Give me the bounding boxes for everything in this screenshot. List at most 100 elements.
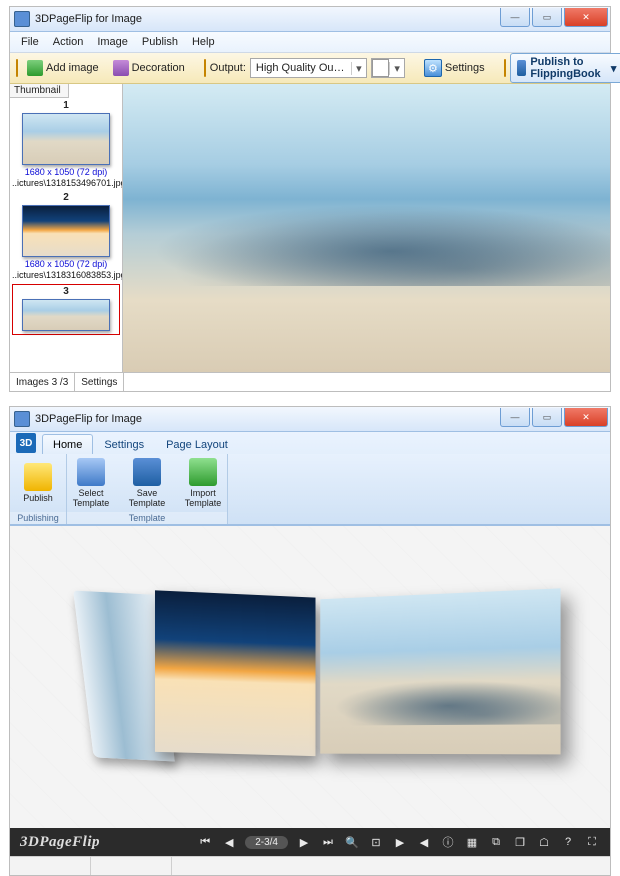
button-label: Publish xyxy=(14,493,62,503)
add-image-label: Add image xyxy=(46,62,99,74)
bottom-tab[interactable] xyxy=(10,857,91,875)
next-page-icon[interactable]: ▶ xyxy=(296,834,312,850)
menu-image[interactable]: Image xyxy=(90,34,135,50)
first-page-icon[interactable]: ⏮ xyxy=(197,834,213,850)
decoration-icon xyxy=(113,60,129,76)
ribbon-group-publishing: Publish Publishing xyxy=(10,454,67,524)
thumb-meta: 1680 x 1050 (72 dpi) xyxy=(12,167,120,178)
menu-publish[interactable]: Publish xyxy=(135,34,185,50)
brand-logo: 3DPageFlip xyxy=(20,834,100,851)
screenshot-icon[interactable]: ⧉ xyxy=(488,834,504,850)
import-icon xyxy=(189,458,217,486)
color-select[interactable]: ▾ xyxy=(371,58,405,78)
publish-button[interactable]: Publish to FlippingBook ▾ xyxy=(510,53,620,83)
bottom-tabstrip xyxy=(10,856,610,875)
titlebar: 3DPageFlip for Image — ▭ ✕ xyxy=(10,7,610,32)
preview-image-detail xyxy=(123,199,610,285)
save-template-button[interactable]: Save Template xyxy=(119,455,175,511)
thumbnail-list[interactable]: 1 1680 x 1050 (72 dpi) ..ictures\1318153… xyxy=(10,98,122,372)
stage[interactable] xyxy=(10,526,610,828)
publish-label: Publish to FlippingBook xyxy=(530,56,607,80)
template-icon xyxy=(77,458,105,486)
page-indicator[interactable]: 2-3/4 xyxy=(245,836,288,849)
last-page-icon[interactable]: ⏭ xyxy=(320,834,336,850)
close-button[interactable]: ✕ xyxy=(564,8,608,27)
help-icon[interactable]: ? xyxy=(560,834,576,850)
thumb-image xyxy=(22,113,110,165)
zoom-reset-icon[interactable]: ⊡ xyxy=(368,834,384,850)
window-viewer: 3DPageFlip for Image — ▭ ✕ 3D Home Setti… xyxy=(9,406,611,876)
sound-icon[interactable]: ◀ xyxy=(416,834,432,850)
zoom-in-icon[interactable]: 🔍 xyxy=(344,834,360,850)
group-caption: Template xyxy=(67,512,227,524)
thumb-number: 3 xyxy=(14,286,118,297)
thumbnail-item-selected[interactable]: 3 xyxy=(12,284,120,335)
thumbnail-item[interactable]: 2 1680 x 1050 (72 dpi) ..ictures\1318316… xyxy=(12,192,120,280)
thumb-number: 1 xyxy=(12,100,120,111)
decoration-label: Decoration xyxy=(132,62,185,74)
button-label: Save Template xyxy=(123,488,171,508)
info-icon[interactable]: ⓘ xyxy=(440,834,456,850)
sidebar-tab-thumbnail[interactable]: Thumbnail xyxy=(10,84,69,98)
app-icon xyxy=(14,11,30,27)
page-left xyxy=(155,590,316,756)
coin-icon xyxy=(504,59,506,77)
statusbar: Images 3 /3 Settings xyxy=(10,372,610,391)
fullscreen-icon[interactable]: ⛶ xyxy=(584,834,600,850)
output-label: Output: xyxy=(210,62,246,74)
print-icon[interactable]: ☖ xyxy=(536,834,552,850)
tab-home[interactable]: Home xyxy=(42,434,93,454)
add-image-button[interactable]: Add image xyxy=(22,57,104,79)
app-menu-button[interactable]: 3D xyxy=(16,433,36,453)
sidebar: Thumbnail 1 1680 x 1050 (72 dpi) ..ictur… xyxy=(10,84,123,372)
minimize-button[interactable]: — xyxy=(500,408,530,427)
thumb-filename: ..ictures\1318153496701.jpg xyxy=(12,178,120,188)
group-caption: Publishing xyxy=(10,512,66,524)
thumb-filename: ..ictures\1318316083853.jpg xyxy=(12,270,120,280)
book-3d[interactable] xyxy=(90,586,530,786)
thumb-image xyxy=(22,205,110,257)
titlebar: 3DPageFlip for Image — ▭ ✕ xyxy=(10,407,610,432)
coin-icon xyxy=(16,59,18,77)
tab-settings[interactable]: Settings xyxy=(93,434,155,454)
publish-button[interactable]: Publish xyxy=(10,460,66,506)
close-button[interactable]: ✕ xyxy=(564,408,608,427)
maximize-button[interactable]: ▭ xyxy=(532,408,562,427)
menu-file[interactable]: File xyxy=(14,34,46,50)
coin-icon xyxy=(204,59,206,77)
publish-icon xyxy=(24,463,52,491)
gear-icon: ⚙ xyxy=(424,59,442,77)
ribbon: 3D Home Settings Page Layout Publish Pub… xyxy=(10,432,610,526)
book-icon xyxy=(517,60,527,76)
thumb-number: 2 xyxy=(12,192,120,203)
play-icon[interactable]: ▶ xyxy=(392,834,408,850)
chevron-down-icon: ▾ xyxy=(351,62,366,75)
bottom-tab[interactable] xyxy=(91,857,172,875)
menubar: File Action Image Publish Help xyxy=(10,32,610,53)
page-right xyxy=(320,588,560,754)
body: Thumbnail 1 1680 x 1050 (72 dpi) ..ictur… xyxy=(10,84,610,372)
settings-button[interactable]: ⚙ Settings xyxy=(419,56,490,80)
status-images: Images 3 /3 xyxy=(10,373,75,391)
menu-help[interactable]: Help xyxy=(185,34,222,50)
thumbs-icon[interactable]: ▦ xyxy=(464,834,480,850)
thumb-image xyxy=(22,299,110,331)
share-icon[interactable]: ❐ xyxy=(512,834,528,850)
minimize-button[interactable]: — xyxy=(500,8,530,27)
prev-page-icon[interactable]: ◀ xyxy=(221,834,237,850)
thumbnail-item[interactable]: 1 1680 x 1050 (72 dpi) ..ictures\1318153… xyxy=(12,100,120,188)
tab-page-layout[interactable]: Page Layout xyxy=(155,434,239,454)
output-select[interactable]: High Quality Output ▾ xyxy=(250,58,367,78)
menu-action[interactable]: Action xyxy=(46,34,91,50)
save-icon xyxy=(133,458,161,486)
maximize-button[interactable]: ▭ xyxy=(532,8,562,27)
button-label: Import Template xyxy=(179,488,227,508)
color-swatch xyxy=(372,59,389,77)
preview-pane[interactable] xyxy=(123,84,610,372)
select-template-button[interactable]: Select Template xyxy=(63,455,119,511)
decoration-button[interactable]: Decoration xyxy=(108,57,190,79)
ribbon-group-template: Select Template Save Template Import Tem… xyxy=(67,454,228,524)
import-template-button[interactable]: Import Template xyxy=(175,455,231,511)
chevron-down-icon: ▾ xyxy=(611,62,617,75)
window-title: 3DPageFlip for Image xyxy=(35,413,142,425)
